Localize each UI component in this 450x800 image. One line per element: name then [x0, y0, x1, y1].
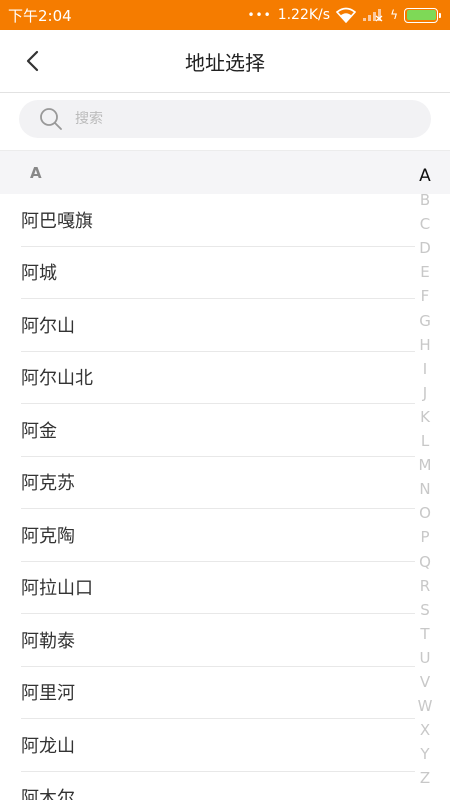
index-letter-e[interactable]: E: [412, 260, 438, 284]
search-icon: [40, 108, 62, 130]
city-name: 阿克陶: [21, 525, 75, 547]
index-letter-g[interactable]: G: [412, 309, 438, 333]
list-item[interactable]: 阿巴嘎旗: [21, 194, 415, 247]
city-name: 阿克苏: [21, 473, 75, 495]
index-letter-r[interactable]: R: [412, 574, 438, 598]
index-letter-j[interactable]: J: [412, 381, 438, 405]
section-letter: A: [30, 163, 42, 182]
alphabet-index[interactable]: ABCDEFGHIJKLMNOPQRSTUVWXYZ: [412, 164, 438, 790]
list-item[interactable]: 阿克陶: [21, 509, 415, 562]
city-name: 阿巴嘎旗: [21, 210, 93, 232]
status-bar: 下午2:04 ••• 1.22K/s ϟ: [0, 0, 450, 30]
city-name: 阿勒泰: [21, 630, 75, 652]
signal-icon: [363, 9, 383, 22]
wifi-icon: [336, 7, 357, 23]
list-item[interactable]: 阿里河: [21, 667, 415, 719]
status-icons: ••• 1.22K/s ϟ: [247, 7, 441, 23]
back-button[interactable]: [16, 44, 50, 78]
chevron-left-icon: [26, 50, 39, 72]
index-letter-b[interactable]: B: [412, 188, 438, 212]
city-name: 阿拉山口: [21, 578, 93, 600]
city-name: 阿木尔: [21, 788, 75, 800]
more-dots-icon: •••: [247, 8, 272, 22]
city-name: 阿尔山: [21, 315, 75, 337]
index-letter-v[interactable]: V: [412, 670, 438, 694]
index-letter-d[interactable]: D: [412, 236, 438, 260]
list-item[interactable]: 阿克苏: [21, 457, 415, 509]
list-item[interactable]: 阿尔山北: [21, 352, 415, 404]
city-name: 阿城: [21, 263, 57, 285]
index-letter-y[interactable]: Y: [412, 742, 438, 766]
city-name: 阿里河: [21, 683, 75, 705]
section-header: A: [0, 150, 450, 194]
index-letter-z[interactable]: Z: [412, 766, 438, 790]
index-letter-s[interactable]: S: [412, 598, 438, 622]
index-letter-n[interactable]: N: [412, 477, 438, 501]
index-letter-q[interactable]: Q: [412, 550, 438, 574]
index-letter-o[interactable]: O: [412, 501, 438, 525]
index-letter-c[interactable]: C: [412, 212, 438, 236]
list-item[interactable]: 阿尔山: [21, 299, 415, 352]
index-letter-x[interactable]: X: [412, 718, 438, 742]
index-letter-l[interactable]: L: [412, 429, 438, 453]
index-letter-i[interactable]: I: [412, 357, 438, 381]
list-item[interactable]: 阿金: [21, 404, 415, 457]
index-letter-p[interactable]: P: [412, 525, 438, 549]
index-letter-a[interactable]: A: [412, 164, 438, 188]
list-item[interactable]: 阿勒泰: [21, 614, 415, 667]
charging-icon: ϟ: [390, 8, 398, 22]
index-letter-t[interactable]: T: [412, 622, 438, 646]
city-list: 阿巴嘎旗阿城阿尔山阿尔山北阿金阿克苏阿克陶阿拉山口阿勒泰阿里河阿龙山阿木尔: [0, 194, 450, 800]
city-name: 阿尔山北: [21, 368, 93, 390]
battery-icon: [404, 7, 441, 23]
city-name: 阿龙山: [21, 735, 75, 757]
list-item[interactable]: 阿城: [21, 247, 415, 299]
city-name: 阿金: [21, 420, 57, 442]
index-letter-f[interactable]: F: [412, 284, 438, 308]
list-item[interactable]: 阿木尔: [21, 772, 415, 800]
search-box[interactable]: [19, 100, 431, 138]
index-letter-m[interactable]: M: [412, 453, 438, 477]
page-title: 地址选择: [185, 50, 265, 75]
list-item[interactable]: 阿拉山口: [21, 562, 415, 614]
search-bar: [0, 93, 450, 148]
index-letter-k[interactable]: K: [412, 405, 438, 429]
index-letter-w[interactable]: W: [412, 694, 438, 718]
search-input[interactable]: [75, 111, 375, 127]
index-letter-h[interactable]: H: [412, 333, 438, 357]
battery-level: [406, 10, 436, 20]
list-item[interactable]: 阿龙山: [21, 719, 415, 772]
nav-bar: 地址选择: [0, 30, 450, 93]
network-speed: 1.22K/s: [277, 7, 331, 23]
status-time: 下午2:04: [8, 6, 72, 25]
index-letter-u[interactable]: U: [412, 646, 438, 670]
